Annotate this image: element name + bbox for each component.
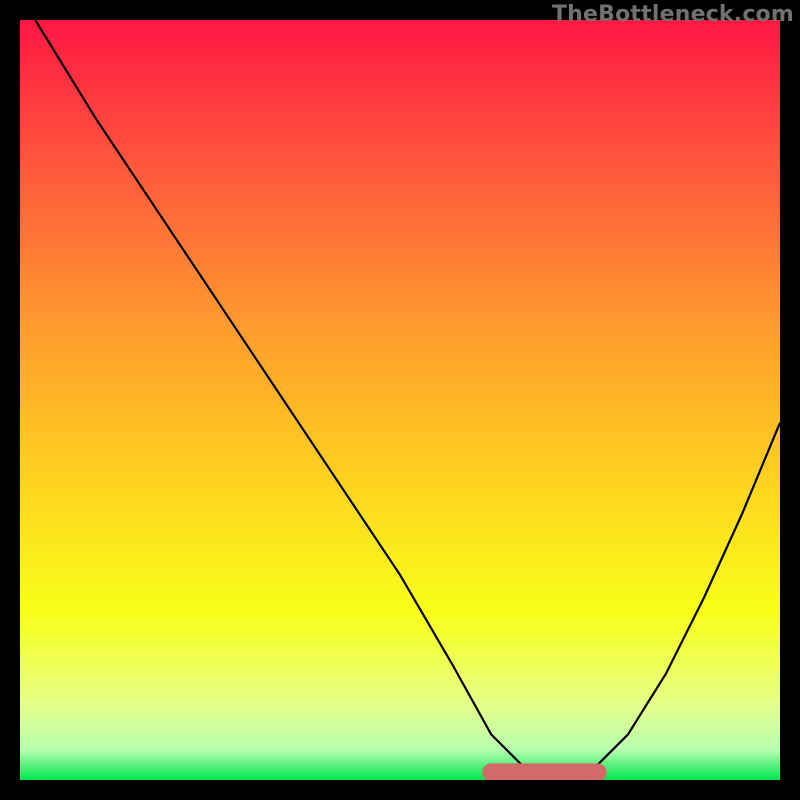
optimal-zone-marker xyxy=(482,763,606,780)
chart-svg xyxy=(20,20,780,780)
plot-area xyxy=(20,20,780,780)
chart-frame: TheBottleneck.com xyxy=(0,0,800,800)
gradient-background xyxy=(20,20,780,780)
attribution-text: TheBottleneck.com xyxy=(552,2,794,27)
